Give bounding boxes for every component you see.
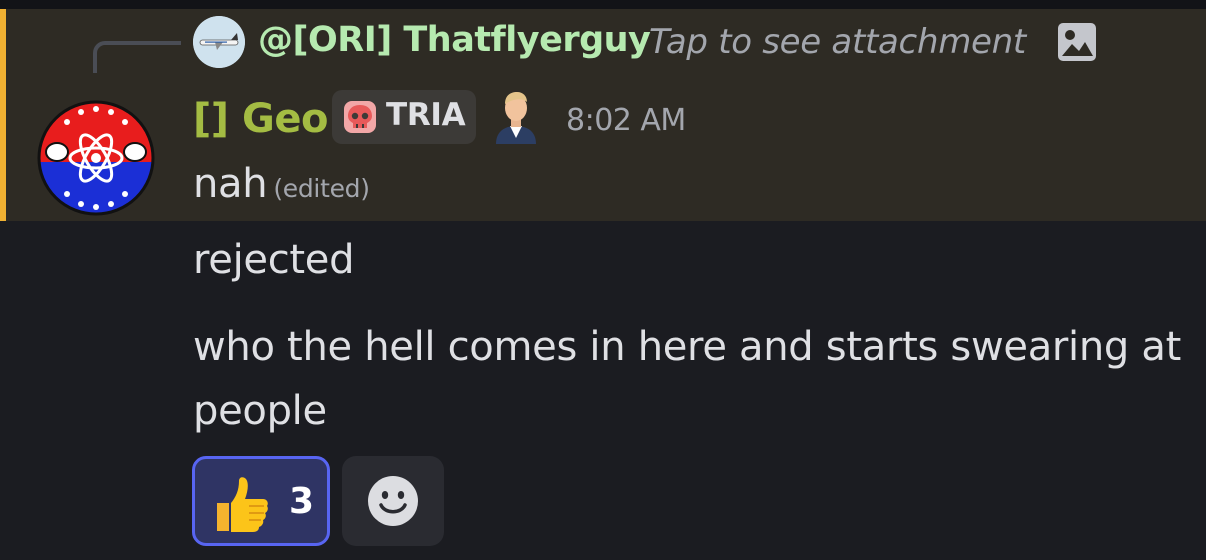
reaction-count: 3 [289,481,315,522]
reply-avatar[interactable] [193,16,245,68]
thumbs-up-icon [217,477,268,532]
message-timestamp: 8:02 AM [566,103,686,138]
person-icon [496,92,536,144]
highlight-accent-bar [0,9,6,221]
top-bar [0,0,1206,9]
edited-label: (edited) [273,174,370,203]
message-text: nah [193,161,268,207]
smiley-icon [368,476,418,526]
skull-icon [344,101,376,133]
message-line: nah (edited) [193,161,370,207]
airplane-icon [193,16,245,68]
reply-preview-text[interactable]: Tap to see attachment [649,22,1026,62]
reply-author-name[interactable]: @[ORI] Thatflyerguy [258,20,651,60]
message-author-name[interactable]: [] Geo [193,96,328,142]
image-icon [1058,23,1096,61]
user-avatar[interactable] [37,100,155,216]
message-line: who the hell comes in here and starts sw… [193,324,1182,434]
reply-spine [93,41,181,73]
server-tag-label: TRIA [386,97,466,133]
server-tag[interactable]: TRIA [332,90,476,144]
reaction-thumbs-up[interactable]: 3 [192,456,330,546]
message-line: rejected [193,237,355,283]
add-reaction-button[interactable] [342,456,444,546]
